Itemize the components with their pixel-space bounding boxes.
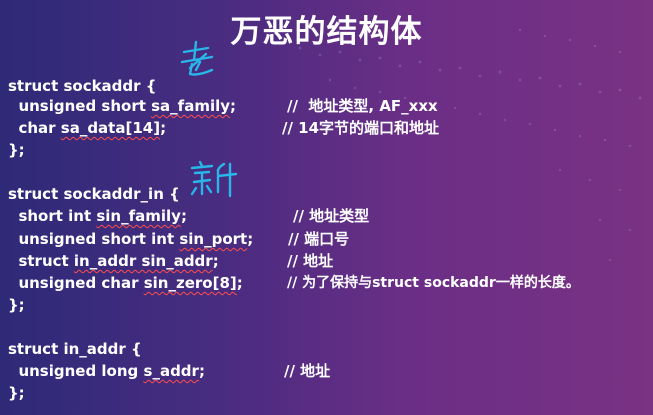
code-text: ; [160, 119, 167, 137]
code-line: }; [8, 295, 25, 315]
code-text: }; [8, 384, 25, 402]
code-line: char sa_data[14]; [8, 118, 166, 138]
code-line: }; [8, 140, 25, 160]
code-line: struct sockaddr { [8, 76, 156, 96]
code-text: short int [8, 207, 97, 225]
code-line: unsigned char sin_zero[8]; [8, 273, 243, 293]
code-text: ; [230, 97, 237, 115]
code-field-name: sin_family [96, 207, 181, 225]
code-line: short int sin_family; [8, 206, 187, 226]
code-line: unsigned short int sin_port; [8, 229, 253, 249]
code-text: ; [247, 230, 254, 248]
code-line: struct in_addr { [8, 339, 142, 359]
code-text: char [8, 119, 61, 137]
code-text: }; [8, 141, 25, 159]
slide-title: 万恶的结构体 [230, 14, 423, 50]
code-line: unsigned long s_addr; [8, 361, 205, 381]
code-comment: // 地址类型, AF_xxx [287, 97, 438, 115]
code-text: struct [8, 252, 74, 270]
code-text: ; [198, 362, 205, 380]
code-text: unsigned char [8, 274, 144, 292]
code-comment: // 地址 [284, 362, 331, 380]
code-text: unsigned short int [8, 230, 180, 248]
code-field-name: sin_zero[8] [143, 274, 237, 292]
code-field-name: s_addr [143, 362, 199, 380]
code-line: struct sockaddr_in { [8, 184, 180, 204]
code-comment: // 地址类型 [293, 207, 370, 225]
code-field-name: sa_family [151, 97, 231, 115]
code-text: struct in_addr { [8, 340, 142, 358]
code-line: }; [8, 383, 25, 403]
code-text: struct sockaddr { [8, 77, 157, 95]
code-comment: // 地址 [287, 252, 334, 270]
slide: 万恶的结构体 struct sockaddr { unsigned short … [0, 0, 653, 415]
code-line: struct in_addr sin_addr; [8, 251, 219, 271]
code-text: unsigned short [8, 97, 152, 115]
code-field-name: in_addr sin_addr [73, 252, 213, 270]
code-text: ; [212, 252, 219, 270]
code-text: }; [8, 296, 25, 314]
code-field-name: sa_data[14] [60, 119, 161, 137]
code-comment: // 端口号 [288, 230, 350, 248]
code-comment: // 14字节的端口和地址 [282, 119, 440, 137]
code-text: struct sockaddr_in { [8, 185, 180, 203]
code-field-name: sin_port [179, 230, 248, 248]
code-line: unsigned short sa_family; [8, 96, 236, 116]
code-comment: // 为了保持与struct sockaddr一样的长度。 [287, 275, 580, 291]
code-text: unsigned long [8, 362, 144, 380]
code-text: ; [180, 207, 187, 225]
code-text: ; [236, 274, 243, 292]
